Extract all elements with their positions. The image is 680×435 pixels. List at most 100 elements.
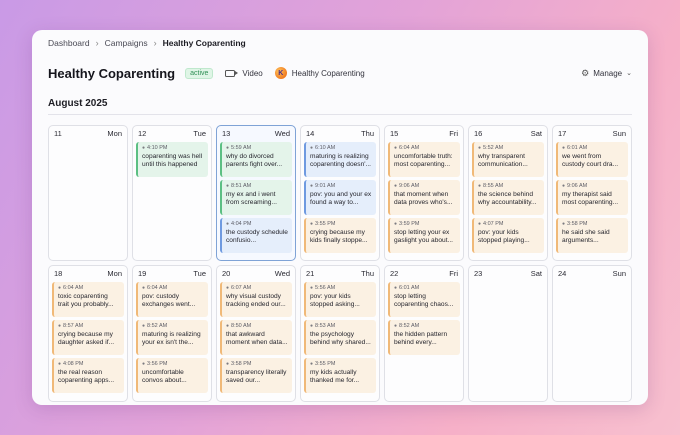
day-number: 16 [474,129,483,138]
event-time-row: ● 3:58 PM [562,221,624,227]
status-dot-icon: ● [310,323,314,329]
event-card[interactable]: ● 6:10 AM maturing is realizing coparentin… [304,142,376,177]
event-card[interactable]: ● 4:10 PM coparenting was hell until this … [136,142,208,177]
event-time: 6:07 AM [231,285,252,291]
event-card[interactable]: ● 4:07 PM pov: your kids stopped playing..… [472,218,544,253]
day-header: 15 Fri [388,129,460,142]
event-card[interactable]: ● 8:53 AM the psychology behind why shared… [304,320,376,355]
event-card[interactable]: ● 9:01 AM pov: you and your ex found a way… [304,180,376,215]
day-cell[interactable]: 13 Wed ● 5:59 AM why do divorced parents fig… [216,125,296,261]
day-cell[interactable]: 19 Tue ● 6:04 AM pov: custody exchanges went… [132,265,212,402]
day-of-week: Tue [193,269,206,278]
event-title: my kids actually thanked me for... [310,369,360,385]
event-card[interactable]: ● 3:58 PM he said she said arguments... [556,218,628,253]
event-time-row: ● 9:01 AM [310,183,372,189]
event-card[interactable]: ● 6:07 AM why visual custody tracking ende… [220,282,292,317]
day-cell[interactable]: 15 Fri ● 6:04 AM uncomfortable truth: most c… [384,125,464,261]
event-time-row: ● 3:56 PM [142,361,204,367]
event-title: that awkward moment when data... [226,331,288,347]
event-time: 4:10 PM [147,145,168,151]
day-cell[interactable]: 20 Wed ● 6:07 AM why visual custody tracking… [216,265,296,402]
event-card[interactable]: ● 3:58 PM transparency literally saved our… [220,358,292,393]
account-name: Healthy Coparenting [291,68,365,78]
event-time-row: ● 3:55 PM [310,221,372,227]
event-card[interactable]: ● 6:01 AM stop letting coparenting chaos..… [388,282,460,317]
breadcrumb-dashboard[interactable]: Dashboard [48,38,90,48]
event-card[interactable]: ● 8:51 AM my ex and i went from screaming.… [220,180,292,215]
event-card[interactable]: ● 3:55 PM my kids actually thanked me for.… [304,358,376,393]
event-title: stop letting coparenting chaos... [394,293,454,309]
event-time: 8:52 AM [147,323,168,329]
day-of-week: Fri [449,129,458,138]
event-card[interactable]: ● 6:04 AM uncomfortable truth: most copare… [388,142,460,177]
day-number: 12 [138,129,147,138]
event-card[interactable]: ● 8:55 AM the science behind why accountab… [472,180,544,215]
event-time: 6:04 AM [147,285,168,291]
event-time-row: ● 6:04 AM [142,285,204,291]
manage-button[interactable]: ⚙ Manage ⌄ [581,68,632,79]
day-cell[interactable]: 22 Fri ● 6:01 AM stop letting coparenting ch… [384,265,464,402]
event-time: 4:07 PM [483,221,504,227]
event-card[interactable]: ● 5:59 AM why do divorced parents fight ov… [220,142,292,177]
event-card[interactable]: ● 6:04 AM pov: custody exchanges went... [136,282,208,317]
event-card[interactable]: ● 5:56 AM pov: your kids stopped asking... [304,282,376,317]
event-time: 3:55 PM [315,221,336,227]
event-time-row: ● 6:01 AM [562,145,624,151]
day-cell[interactable]: 24 Sun [552,265,632,402]
event-title: we went from custody court dra... [562,153,619,169]
chevron-right-icon: › [153,38,157,48]
event-card[interactable]: ● 9:06 AM that moment when data proves who… [388,180,460,215]
format-text: Video [242,68,263,78]
event-title: the science behind why accountability... [478,191,537,207]
day-header: 19 Tue [136,269,208,282]
status-dot-icon: ● [58,285,62,291]
event-card[interactable]: ● 5:52 AM why transparent communication... [472,142,544,177]
status-dot-icon: ● [142,361,146,367]
status-dot-icon: ● [142,145,146,151]
day-cell[interactable]: 14 Thu ● 6:10 AM maturing is realizing copar… [300,125,380,261]
day-number: 15 [390,129,399,138]
event-time-row: ● 8:57 AM [58,323,120,329]
day-cell[interactable]: 18 Mon ● 6:04 AM toxic coparenting trait you… [48,265,128,402]
event-title: crying because my kids finally stoppe... [310,229,368,245]
status-dot-icon: ● [394,183,398,189]
event-card[interactable]: ● 3:56 PM uncomfortable convos about... [136,358,208,393]
event-card[interactable]: ● 6:01 AM we went from custody court dra..… [556,142,628,177]
status-dot-icon: ● [310,285,314,291]
day-header: 20 Wed [220,269,292,282]
event-card[interactable]: ● 3:55 PM crying because my kids finally s… [304,218,376,253]
event-time: 4:04 PM [231,221,252,227]
status-dot-icon: ● [226,323,230,329]
event-card[interactable]: ● 8:52 AM the hidden pattern behind every.… [388,320,460,355]
day-cell[interactable]: 23 Sat [468,265,548,402]
status-dot-icon: ● [226,285,230,291]
event-card[interactable]: ● 4:04 PM the custody schedule confusio... [220,218,292,253]
event-card[interactable]: ● 3:59 PM stop letting your ex gaslight yo… [388,218,460,253]
event-card[interactable]: ● 8:52 AM maturing is realizing your ex is… [136,320,208,355]
event-title: toxic coparenting trait you probably... [58,293,114,309]
campaign-header: Healthy Coparenting active Video K Healt… [48,64,632,82]
day-cell[interactable]: 12 Tue ● 4:10 PM coparenting was hell until … [132,125,212,261]
event-time: 6:04 AM [63,285,84,291]
day-cell[interactable]: 11 Mon [48,125,128,261]
calendar-grid: 11 Mon 12 Tue ● 4:10 PM coparenting was hell u… [48,125,634,402]
day-of-week: Wed [274,129,290,138]
event-time: 3:58 PM [231,361,252,367]
day-cell[interactable]: 17 Sun ● 6:01 AM we went from custody court … [552,125,632,261]
status-dot-icon: ● [226,145,230,151]
event-card[interactable]: ● 9:06 AM my therapist said most coparenti… [556,180,628,215]
breadcrumb-campaigns[interactable]: Campaigns [105,38,148,48]
day-of-week: Mon [107,129,122,138]
event-time-row: ● 6:04 AM [58,285,120,291]
event-card[interactable]: ● 4:08 PM the real reason coparenting apps… [52,358,124,393]
event-title: coparenting was hell until this happened [142,153,203,169]
event-card[interactable]: ● 8:50 AM that awkward moment when data... [220,320,292,355]
day-header: 24 Sun [556,269,628,282]
day-cell[interactable]: 16 Sat ● 5:52 AM why transparent communicati… [468,125,548,261]
event-time: 8:55 AM [483,183,504,189]
event-card[interactable]: ● 6:04 AM toxic coparenting trait you prob… [52,282,124,317]
day-cell[interactable]: 21 Thu ● 5:56 AM pov: your kids stopped aski… [300,265,380,402]
event-card[interactable]: ● 8:57 AM crying because my daughter asked… [52,320,124,355]
event-time: 8:50 AM [231,323,252,329]
event-title: transparency literally saved our... [226,369,287,385]
